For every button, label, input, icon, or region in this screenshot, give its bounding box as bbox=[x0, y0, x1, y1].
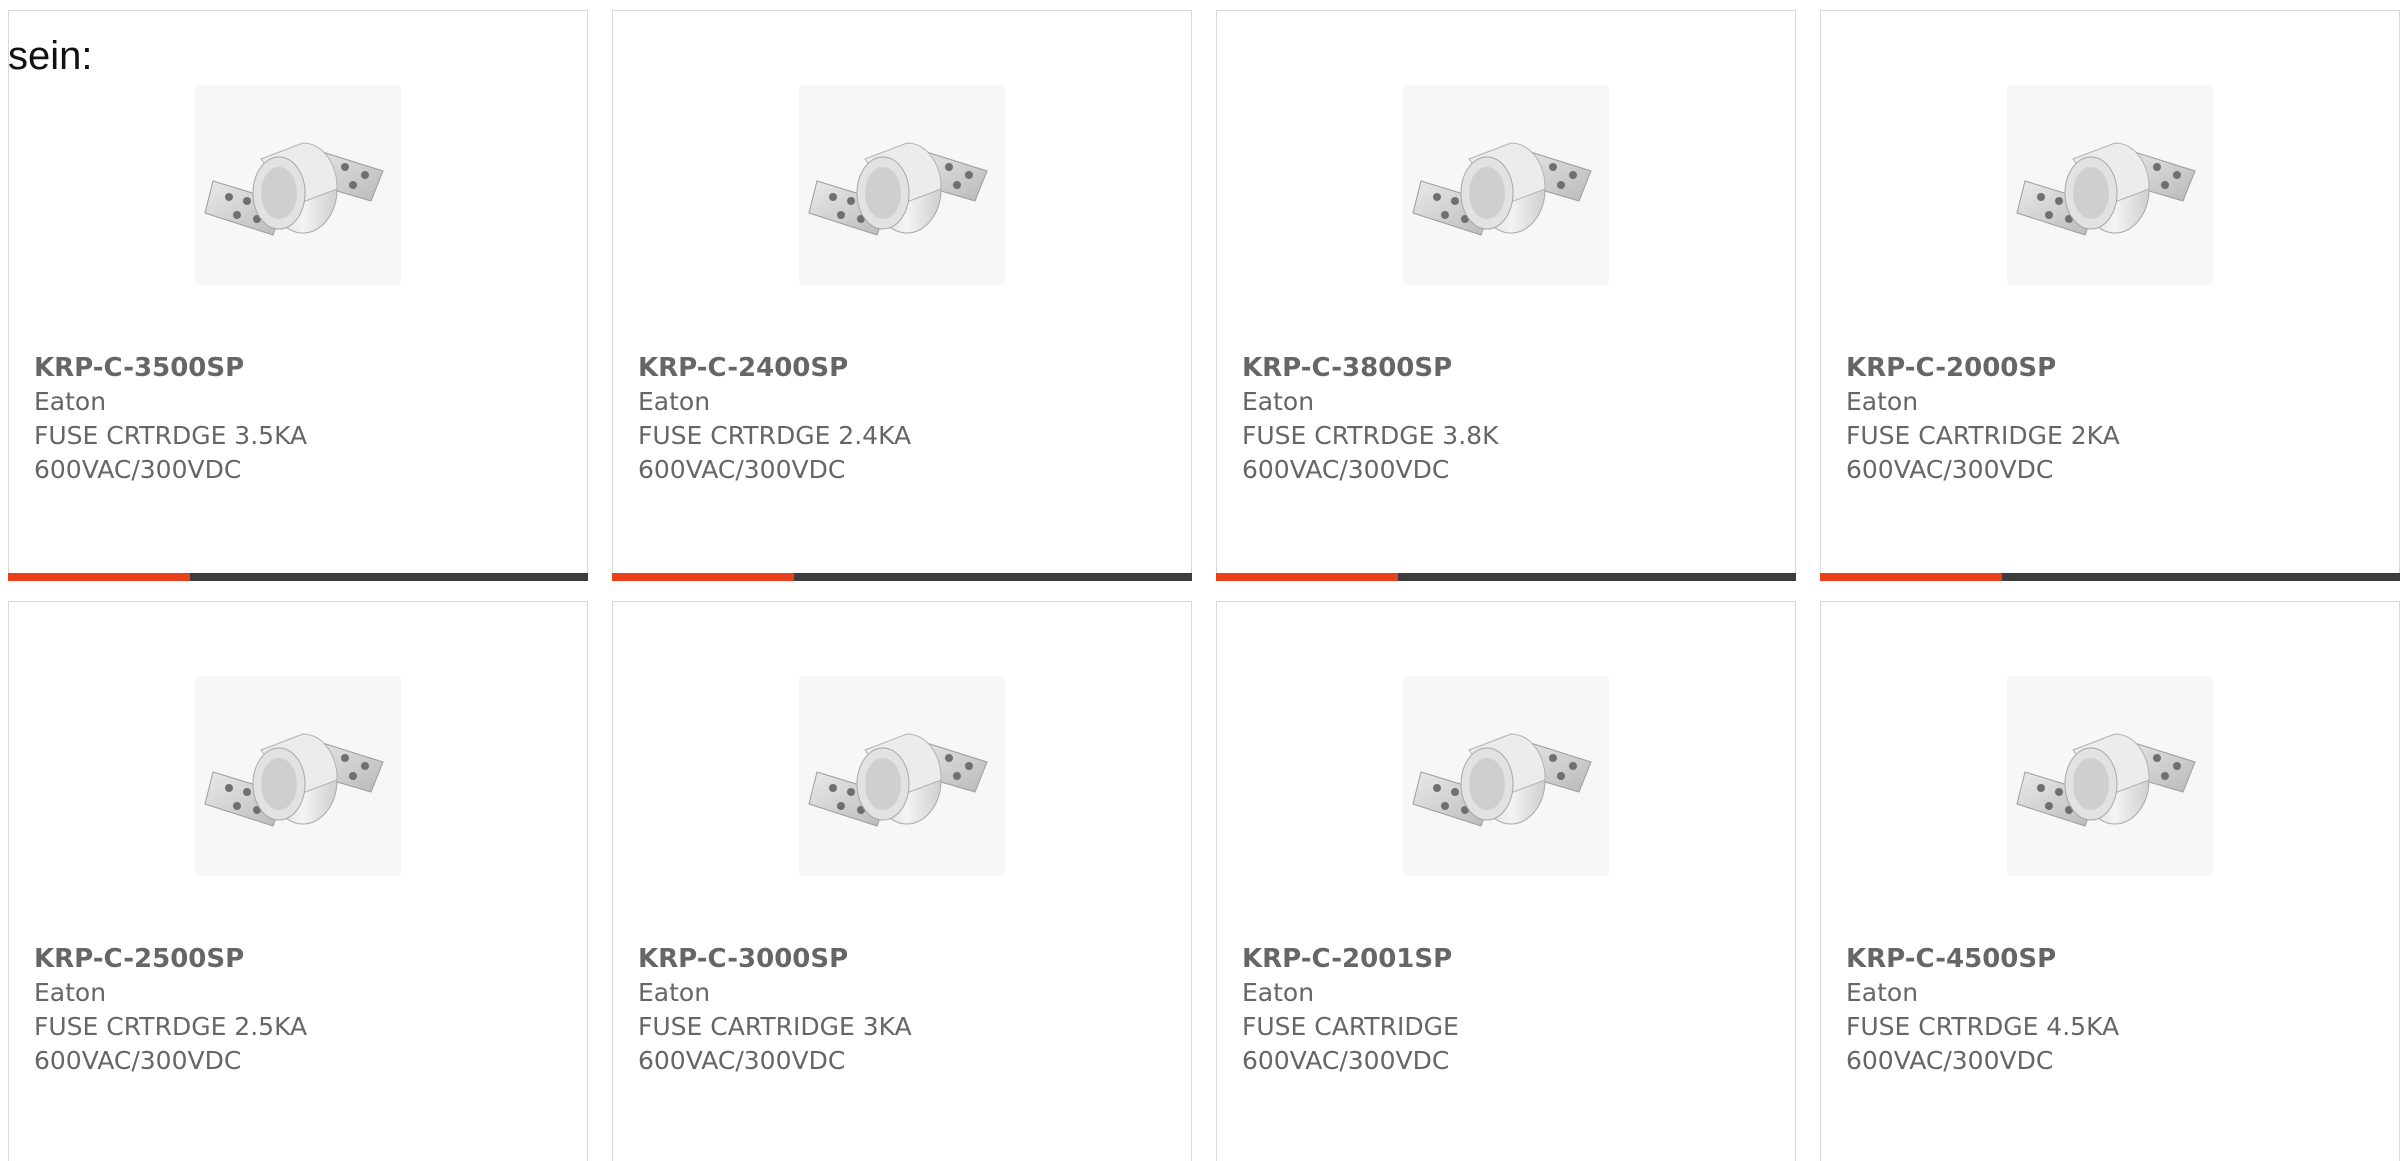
product-description: FUSE CARTRIDGE 3KA 600VAC/300VDC bbox=[638, 1012, 912, 1075]
part-number[interactable]: KRP-C-3800SP bbox=[1242, 351, 1762, 385]
product-info: KRP-C-2400SP Eaton FUSE CRTRDGE 2.4KA 60… bbox=[638, 351, 1158, 487]
part-number[interactable]: KRP-C-2000SP bbox=[1846, 351, 2366, 385]
intro-text: sein: bbox=[8, 34, 93, 78]
product-image bbox=[195, 676, 401, 876]
card-accent-bar bbox=[8, 573, 588, 581]
part-number[interactable]: KRP-C-3000SP bbox=[638, 942, 1158, 976]
product-card[interactable]: KRP-C-2001SP Eaton FUSE CARTRIDGE 600VAC… bbox=[1216, 601, 1796, 1161]
manufacturer: Eaton bbox=[1846, 387, 1919, 416]
product-card[interactable]: KRP-C-4500SP Eaton FUSE CRTRDGE 4.5KA 60… bbox=[1820, 601, 2400, 1161]
part-number[interactable]: KRP-C-4500SP bbox=[1846, 942, 2366, 976]
product-card[interactable]: KRP-C-2500SP Eaton FUSE CRTRDGE 2.5KA 60… bbox=[8, 601, 588, 1161]
accent-segment bbox=[1820, 573, 2002, 581]
fuse-icon bbox=[204, 733, 384, 827]
product-image bbox=[195, 85, 401, 285]
product-info: KRP-C-3500SP Eaton FUSE CRTRDGE 3.5KA 60… bbox=[34, 351, 554, 487]
manufacturer: Eaton bbox=[34, 387, 107, 416]
manufacturer: Eaton bbox=[1242, 387, 1315, 416]
product-image bbox=[1403, 676, 1609, 876]
product-info: KRP-C-4500SP Eaton FUSE CRTRDGE 4.5KA 60… bbox=[1846, 942, 2366, 1078]
product-description: FUSE CRTRDGE 2.5KA 600VAC/300VDC bbox=[34, 1012, 308, 1075]
product-grid: sein: KRP-C-3500SP Eaton FUSE CRTRDGE 3.… bbox=[0, 0, 2400, 1161]
fuse-icon bbox=[2016, 142, 2196, 236]
product-card[interactable]: KRP-C-2000SP Eaton FUSE CARTRIDGE 2KA 60… bbox=[1820, 10, 2400, 581]
product-card[interactable]: KRP-C-3500SP Eaton FUSE CRTRDGE 3.5KA 60… bbox=[8, 10, 588, 581]
product-description: FUSE CRTRDGE 2.4KA 600VAC/300VDC bbox=[638, 421, 912, 484]
product-info: KRP-C-2001SP Eaton FUSE CARTRIDGE 600VAC… bbox=[1242, 942, 1762, 1078]
manufacturer: Eaton bbox=[34, 978, 107, 1007]
product-description: FUSE CRTRDGE 3.8K 600VAC/300VDC bbox=[1242, 421, 1499, 484]
fuse-icon bbox=[808, 733, 988, 827]
fuse-icon bbox=[1412, 733, 1592, 827]
accent-segment bbox=[1216, 573, 1398, 581]
product-image bbox=[1403, 85, 1609, 285]
product-card[interactable]: KRP-C-3000SP Eaton FUSE CARTRIDGE 3KA 60… bbox=[612, 601, 1192, 1161]
product-description: FUSE CARTRIDGE 600VAC/300VDC bbox=[1242, 1012, 1459, 1075]
product-image bbox=[799, 676, 1005, 876]
part-number[interactable]: KRP-C-2500SP bbox=[34, 942, 554, 976]
manufacturer: Eaton bbox=[638, 978, 711, 1007]
product-image bbox=[2007, 676, 2213, 876]
product-info: KRP-C-3000SP Eaton FUSE CARTRIDGE 3KA 60… bbox=[638, 942, 1158, 1078]
product-image bbox=[799, 85, 1005, 285]
product-description: FUSE CRTRDGE 3.5KA 600VAC/300VDC bbox=[34, 421, 308, 484]
part-number[interactable]: KRP-C-2001SP bbox=[1242, 942, 1762, 976]
product-info: KRP-C-2000SP Eaton FUSE CARTRIDGE 2KA 60… bbox=[1846, 351, 2366, 487]
part-number[interactable]: KRP-C-2400SP bbox=[638, 351, 1158, 385]
manufacturer: Eaton bbox=[638, 387, 711, 416]
product-card[interactable]: KRP-C-3800SP Eaton FUSE CRTRDGE 3.8K 600… bbox=[1216, 10, 1796, 581]
accent-segment bbox=[612, 573, 794, 581]
card-accent-bar bbox=[612, 573, 1192, 581]
manufacturer: Eaton bbox=[1242, 978, 1315, 1007]
fuse-icon bbox=[1412, 142, 1592, 236]
product-info: KRP-C-2500SP Eaton FUSE CRTRDGE 2.5KA 60… bbox=[34, 942, 554, 1078]
part-number[interactable]: KRP-C-3500SP bbox=[34, 351, 554, 385]
fuse-icon bbox=[2016, 733, 2196, 827]
fuse-icon bbox=[204, 142, 384, 236]
accent-segment bbox=[8, 573, 190, 581]
card-accent-bar bbox=[1216, 573, 1796, 581]
fuse-icon bbox=[808, 142, 988, 236]
product-image bbox=[2007, 85, 2213, 285]
product-description: FUSE CARTRIDGE 2KA 600VAC/300VDC bbox=[1846, 421, 2120, 484]
product-info: KRP-C-3800SP Eaton FUSE CRTRDGE 3.8K 600… bbox=[1242, 351, 1762, 487]
product-description: FUSE CRTRDGE 4.5KA 600VAC/300VDC bbox=[1846, 1012, 2120, 1075]
manufacturer: Eaton bbox=[1846, 978, 1919, 1007]
card-accent-bar bbox=[1820, 573, 2400, 581]
product-card[interactable]: KRP-C-2400SP Eaton FUSE CRTRDGE 2.4KA 60… bbox=[612, 10, 1192, 581]
